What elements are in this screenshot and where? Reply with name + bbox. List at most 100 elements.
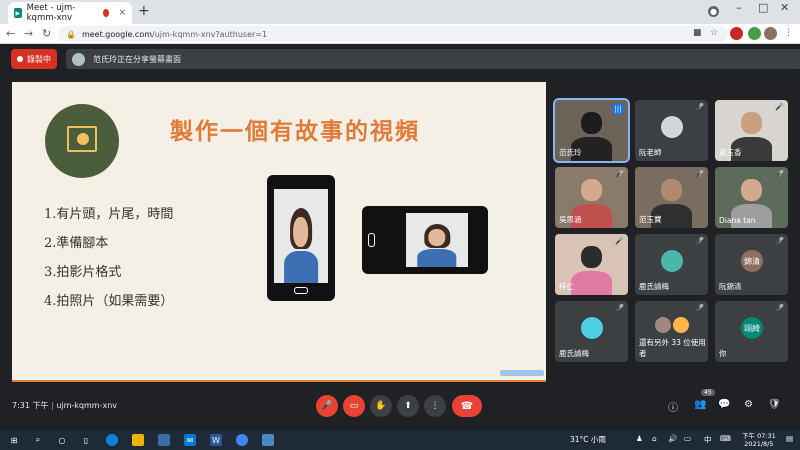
meeting-info: 7:31 下午 | ujm-kqmm-xnv: [12, 401, 118, 410]
back-icon[interactable]: ←: [6, 27, 15, 40]
more-icon: ⋮: [430, 401, 440, 411]
mic-off-icon: 🎤̸: [615, 304, 624, 312]
recording-button[interactable]: 錄製中: [11, 49, 57, 69]
ime-indicator[interactable]: 中: [704, 434, 712, 445]
avatar: 翊綺: [741, 317, 763, 339]
camera-indicator-icon[interactable]: ■: [693, 28, 702, 38]
avatar: [661, 250, 683, 272]
raise-hand-button[interactable]: ✋: [370, 395, 392, 417]
keyboard-icon[interactable]: ⌨: [720, 434, 731, 443]
profile-icon[interactable]: ●: [708, 6, 719, 17]
avatar: [661, 116, 683, 138]
chat-icon[interactable]: 💬: [718, 399, 730, 410]
self-tile[interactable]: 翊綺 🎤̸ 你: [715, 301, 788, 362]
avatar: [581, 317, 603, 339]
mail-icon[interactable]: ✉: [184, 434, 196, 446]
people-icon[interactable]: 👥: [694, 399, 706, 410]
people-tray-icon[interactable]: ♟: [636, 434, 643, 443]
windows-start-icon[interactable]: ⊞: [8, 434, 20, 446]
mic-off-icon: 🎤̸: [695, 170, 704, 178]
hang-up-icon: ☎: [460, 400, 474, 412]
avatar[interactable]: [764, 27, 777, 40]
activities-icon[interactable]: ⚙: [744, 399, 753, 410]
participant-tile[interactable]: 🎤̸ 黃玉香: [715, 100, 788, 161]
info-icon[interactable]: ⓘ: [668, 399, 678, 414]
video-badge-icon: [45, 104, 119, 178]
cortana-icon[interactable]: ○: [56, 434, 68, 446]
participant-tile[interactable]: 🎤̸ 吳思涵: [555, 167, 628, 228]
meet-favicon-icon: ▶: [14, 8, 22, 18]
participant-tile[interactable]: 🎤̸ 范玉寶: [635, 167, 708, 228]
participant-tile[interactable]: 🎤̸ 梓仁: [555, 234, 628, 295]
extension-icon[interactable]: [748, 27, 761, 40]
mic-toggle-button[interactable]: 🎤: [316, 395, 338, 417]
participant-count-badge: 45: [701, 389, 715, 396]
recording-label: 錄製中: [27, 54, 51, 64]
slide-logo: [500, 370, 544, 376]
system-clock[interactable]: 下午 07:31 2021/8/5: [742, 432, 776, 448]
participant-name: 阮老師: [639, 148, 662, 157]
browser-tab[interactable]: ▶ Meet - ujm-kqmm-xnv ×: [8, 2, 132, 24]
more-participants-tile[interactable]: 🎤̸ 還有另外 33 位使用者: [635, 301, 708, 362]
network-icon[interactable]: ⌂: [652, 434, 657, 443]
participant-name: 阮錦清: [719, 282, 742, 291]
task-view-icon[interactable]: ▯: [80, 434, 92, 446]
participant-tile[interactable]: 錦清 🎤̸ 阮錦清: [715, 234, 788, 295]
address-bar[interactable]: 🔒 meet.google.com/ujm-kqmm-xnv?authuser=…: [58, 26, 728, 42]
minimize-icon[interactable]: –: [736, 1, 742, 14]
volume-icon[interactable]: 🔊: [668, 434, 677, 443]
participant-name: 梓仁: [559, 282, 574, 291]
participant-name: 鹿氏請梅: [639, 282, 669, 291]
clock-time: 下午 07:31: [742, 432, 776, 440]
present-button[interactable]: ⬆: [397, 395, 419, 417]
avatar: [673, 317, 689, 333]
bullet-item: 2.準備腳本: [44, 236, 109, 251]
maximize-icon[interactable]: □: [758, 1, 768, 14]
reload-icon[interactable]: ↻: [42, 27, 51, 40]
mic-off-icon: 🎤̸: [775, 170, 784, 178]
speaking-icon: |||: [612, 103, 624, 115]
close-window-icon[interactable]: ✕: [780, 1, 789, 14]
file-explorer-icon[interactable]: [132, 434, 144, 446]
bookmark-star-icon[interactable]: ☆: [710, 28, 718, 38]
search-icon[interactable]: ⌕: [32, 434, 44, 446]
avatar: [655, 317, 671, 333]
more-options-button[interactable]: ⋮: [424, 395, 446, 417]
participant-name: 范玉寶: [639, 215, 662, 224]
menu-icon[interactable]: ⋮: [784, 28, 793, 38]
participant-tile[interactable]: 🎤̸ 鹿氏請梅: [555, 301, 628, 362]
mic-off-icon: 🎤̸: [695, 237, 704, 245]
participant-tile[interactable]: 🎤̸ 阮老師: [635, 100, 708, 161]
participant-name: 還有另外 33 位使用者: [639, 338, 706, 358]
weather-text[interactable]: 31°C 小雨: [570, 434, 606, 445]
edge-icon[interactable]: [106, 434, 118, 446]
forward-icon[interactable]: →: [24, 27, 33, 40]
tab-close-button[interactable]: ×: [118, 8, 126, 18]
windows-taskbar: [0, 430, 800, 450]
camera-off-icon: ▭: [349, 401, 359, 411]
photos-icon[interactable]: [262, 434, 274, 446]
mic-off-icon: 🎤̸: [615, 237, 624, 245]
portrait-phone-image: [267, 175, 335, 301]
slide-title: 製作一個有故事的視頻: [170, 118, 420, 145]
present-icon: ⬆: [404, 401, 412, 411]
participant-tile[interactable]: 🎤̸ Diana tan: [715, 167, 788, 228]
avatar: 錦清: [741, 250, 763, 272]
presenting-banner: 范氏玲正在分享螢幕畫面: [66, 49, 800, 69]
avatar: [72, 52, 85, 66]
chrome-icon[interactable]: [236, 434, 248, 446]
mic-off-icon: 🎤: [321, 401, 333, 411]
participant-tile[interactable]: 🎤̸ 鹿氏請梅: [635, 234, 708, 295]
camera-toggle-button[interactable]: ▭: [343, 395, 365, 417]
notification-icon[interactable]: ▤: [786, 434, 793, 443]
new-tab-button[interactable]: +: [138, 3, 150, 19]
word-icon[interactable]: W: [210, 434, 222, 446]
battery-icon[interactable]: ▭: [684, 434, 691, 443]
browser-toolbar: ← → ↻ 🔒 meet.google.com/ujm-kqmm-xnv?aut…: [0, 24, 800, 44]
participant-tile[interactable]: ||| 范氏玲: [553, 98, 630, 163]
store-icon[interactable]: [158, 434, 170, 446]
leave-call-button[interactable]: ☎: [452, 395, 482, 417]
extension-icon[interactable]: [730, 27, 743, 40]
host-controls-icon[interactable]: 🛡: [768, 399, 781, 410]
participant-name: 鹿氏請梅: [559, 349, 589, 358]
